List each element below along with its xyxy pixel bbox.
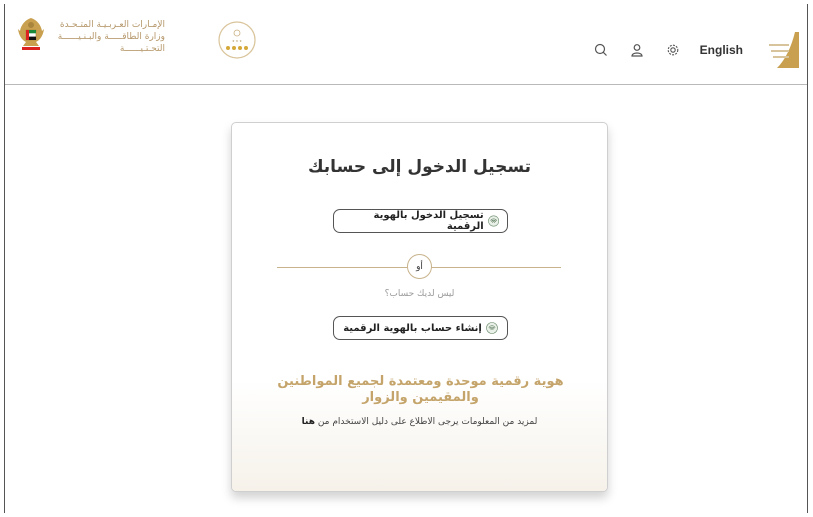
user-guide-text: لمزيد من المعلومات يرجى الاطلاع على دليل…	[317, 417, 538, 427]
uae-emblem-logo[interactable]	[16, 16, 46, 52]
create-uaepass-label: إنشاء حساب بالهوية الرقمية	[343, 322, 482, 334]
login-uaepass-button[interactable]: تسجيل الدخول بالهوية الرقمية	[333, 209, 508, 233]
digital-identity-tagline: هوية رقمية موحدة ومعتمدة لجميع المواطنين…	[277, 374, 564, 405]
ministry-line-1: الإمـارات العـربـيـة المتـحـدة	[59, 20, 165, 30]
year-of-zayed-logo[interactable]	[765, 30, 801, 70]
login-card: تسجيل الدخول إلى حسابك تسجيل الدخول باله…	[231, 122, 608, 492]
service-stars-badge: ★ ★ ★	[218, 21, 256, 59]
fingerprint-icon	[487, 215, 499, 227]
or-separator: أو	[407, 254, 432, 279]
login-uaepass-label: تسجيل الدخول بالهوية الرقمية	[373, 210, 484, 232]
ministry-name: الإمـارات العـربـيـة المتـحـدة وزارة الط…	[53, 19, 165, 55]
site-header: الإمـارات العـربـيـة المتـحـدة وزارة الط…	[5, 6, 807, 85]
create-uaepass-button[interactable]: إنشاء حساب بالهوية الرقمية	[333, 316, 508, 340]
fingerprint-icon	[486, 322, 498, 334]
user-icon[interactable]	[628, 41, 646, 59]
no-account-text: ليس لديك حساب؟	[384, 289, 455, 299]
ministry-line-2: وزارة الطاقـــــة والبـنـيــــــة التحـت…	[57, 32, 165, 54]
header-nav: English	[592, 30, 801, 70]
user-guide-link[interactable]: هنا	[302, 417, 315, 427]
language-switch-link[interactable]: English	[700, 43, 743, 57]
user-guide-info: لمزيد من المعلومات يرجى الاطلاع على دليل…	[232, 417, 607, 427]
gear-icon[interactable]	[664, 41, 682, 59]
login-title: تسجيل الدخول إلى حسابك	[307, 157, 532, 177]
svg-text:★ ★ ★: ★ ★ ★	[232, 39, 242, 43]
search-icon[interactable]	[592, 41, 610, 59]
